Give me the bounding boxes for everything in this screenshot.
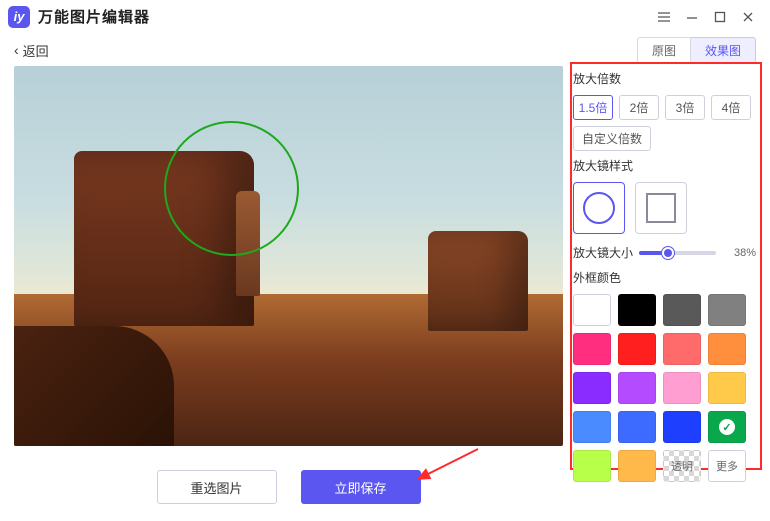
slider-knob[interactable] bbox=[662, 247, 674, 259]
image-canvas[interactable] bbox=[14, 66, 563, 446]
style-title: 放大镜样式 bbox=[573, 157, 756, 174]
size-slider-row: 放大镜大小 38% bbox=[573, 244, 756, 261]
size-percent: 38% bbox=[722, 247, 756, 259]
color-title: 外框颜色 bbox=[573, 269, 756, 286]
magnifier-ring[interactable] bbox=[164, 121, 299, 256]
reselect-button[interactable]: 重选图片 bbox=[157, 470, 277, 504]
app-title: 万能图片编辑器 bbox=[38, 6, 150, 27]
tab-original[interactable]: 原图 bbox=[637, 37, 691, 64]
shape-options bbox=[573, 182, 756, 234]
swatch-violet[interactable] bbox=[618, 372, 656, 404]
zoom-option-3x[interactable]: 3倍 bbox=[665, 95, 705, 120]
transparent-label: 透明 bbox=[671, 458, 693, 474]
zoom-option-2x[interactable]: 2倍 bbox=[619, 95, 659, 120]
swatch-navy[interactable] bbox=[663, 411, 701, 443]
swatch-salmon[interactable] bbox=[663, 333, 701, 365]
swatch-purple[interactable] bbox=[573, 372, 611, 404]
button-row: 重选图片 立即保存 bbox=[14, 470, 563, 504]
close-button[interactable] bbox=[734, 3, 762, 31]
swatch-more[interactable]: 更多 bbox=[708, 450, 746, 482]
app-logo-icon: iy bbox=[8, 6, 30, 28]
circle-icon bbox=[583, 192, 615, 224]
swatch-darkgray[interactable] bbox=[663, 294, 701, 326]
swatch-red[interactable] bbox=[618, 333, 656, 365]
minimize-button[interactable] bbox=[678, 3, 706, 31]
menu-button[interactable] bbox=[650, 3, 678, 31]
swatch-white[interactable] bbox=[573, 294, 611, 326]
zoom-option-4x[interactable]: 4倍 bbox=[711, 95, 751, 120]
settings-panel: 放大倍数 1.5倍 2倍 3倍 4倍 自定义倍数 放大镜样式 放大镜大小 38%… bbox=[573, 66, 756, 507]
swatch-green-selected[interactable]: ✓ bbox=[708, 411, 746, 443]
color-swatches: ✓ 透明 更多 bbox=[573, 294, 756, 482]
chevron-left-icon: ‹ bbox=[14, 42, 19, 58]
canvas-foreground-rock bbox=[14, 326, 174, 446]
swatch-transparent[interactable]: 透明 bbox=[663, 450, 701, 482]
maximize-button[interactable] bbox=[706, 3, 734, 31]
shape-circle[interactable] bbox=[573, 182, 625, 234]
zoom-option-1-5x[interactable]: 1.5倍 bbox=[573, 95, 613, 120]
swatch-skyblue[interactable] bbox=[573, 411, 611, 443]
swatch-blue[interactable] bbox=[618, 411, 656, 443]
save-button[interactable]: 立即保存 bbox=[301, 470, 421, 504]
toolbar: ‹ 返回 原图 效果图 bbox=[0, 34, 770, 66]
zoom-title: 放大倍数 bbox=[573, 70, 756, 87]
swatch-black[interactable] bbox=[618, 294, 656, 326]
swatch-gold[interactable] bbox=[708, 372, 746, 404]
zoom-option-custom[interactable]: 自定义倍数 bbox=[573, 126, 651, 151]
size-slider[interactable] bbox=[639, 251, 716, 255]
square-icon bbox=[646, 193, 676, 223]
canvas-column: 重选图片 立即保存 bbox=[14, 66, 563, 507]
swatch-amber[interactable] bbox=[618, 450, 656, 482]
swatch-magenta[interactable] bbox=[573, 333, 611, 365]
shape-square[interactable] bbox=[635, 182, 687, 234]
back-label: 返回 bbox=[23, 41, 49, 60]
size-label: 放大镜大小 bbox=[573, 244, 633, 261]
title-bar: iy 万能图片编辑器 bbox=[0, 0, 770, 34]
more-label: 更多 bbox=[716, 458, 738, 474]
swatch-pink[interactable] bbox=[663, 372, 701, 404]
canvas-butte-right bbox=[428, 231, 528, 331]
swatch-orange[interactable] bbox=[708, 333, 746, 365]
zoom-options: 1.5倍 2倍 3倍 4倍 自定义倍数 bbox=[573, 95, 756, 151]
check-icon: ✓ bbox=[719, 419, 735, 435]
back-button[interactable]: ‹ 返回 bbox=[14, 41, 49, 60]
swatch-lime[interactable] bbox=[573, 450, 611, 482]
main-area: 重选图片 立即保存 放大倍数 1.5倍 2倍 3倍 4倍 自定义倍数 放大镜样式… bbox=[0, 66, 770, 521]
view-tabs: 原图 效果图 bbox=[637, 37, 756, 64]
swatch-gray[interactable] bbox=[708, 294, 746, 326]
tab-result[interactable]: 效果图 bbox=[691, 37, 756, 64]
